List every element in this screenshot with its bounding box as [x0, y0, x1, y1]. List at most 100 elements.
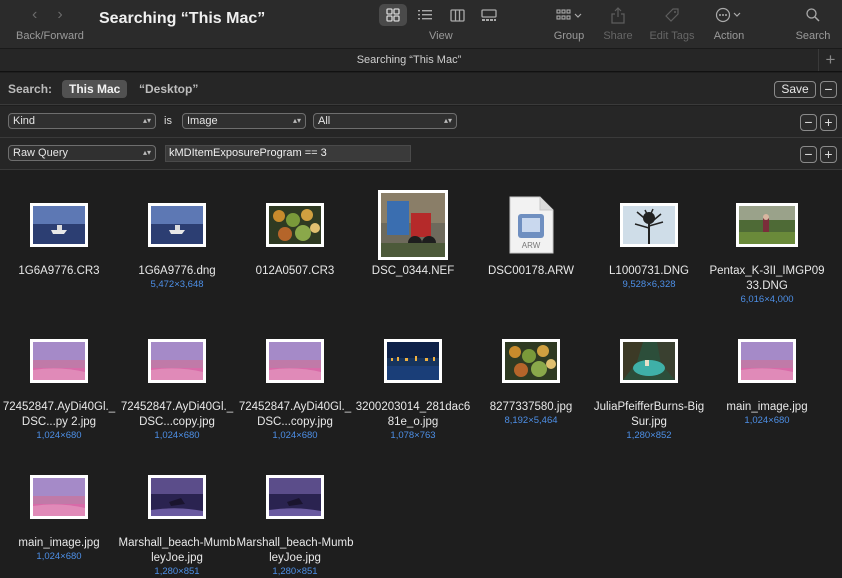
file-name: 72452847.AyDi40Gl._DSC...copy.jpg — [238, 401, 352, 428]
image-thumbnail — [738, 339, 796, 383]
results-grid: 1G6A9776.CR3 1G6A9776.dng 5,472×3,648 012A0… — [0, 170, 842, 578]
updown-chevron-icon: ▴▾ — [142, 116, 151, 125]
file-name: 72452847.AyDi40Gl._DSC...py 2.jpg — [2, 401, 116, 428]
image-thumbnail — [384, 339, 442, 383]
thumbnail-frame — [354, 190, 472, 260]
view-label: View — [429, 30, 453, 42]
icon-grid-icon — [386, 8, 400, 22]
image-thumbnail — [736, 203, 798, 247]
image-thumbnail — [266, 475, 324, 519]
image-thumbnail — [378, 190, 448, 260]
search-button[interactable]: Search — [793, 4, 833, 42]
columns-icon — [449, 8, 465, 22]
thumbnail-frame — [236, 190, 354, 260]
file-name: Marshall_beach-MumbleyJoe.jpg — [236, 537, 354, 564]
file-name: 1G6A9776.dng — [138, 265, 216, 277]
view-mode-group — [379, 4, 503, 26]
scope-desktop-button[interactable]: “Desktop” — [132, 80, 205, 98]
thumbnail-frame — [590, 190, 708, 260]
magnifier-icon — [806, 8, 820, 22]
thumbnail-frame — [0, 190, 118, 260]
image-thumbnail — [266, 339, 324, 383]
image-thumbnail — [502, 339, 560, 383]
file-name: main_image.jpg — [726, 401, 808, 413]
share-button[interactable]: Share — [601, 4, 635, 42]
icon-view-button[interactable] — [379, 4, 407, 26]
attribute-select[interactable]: Raw Query ▴▾ — [8, 145, 156, 161]
image-thumbnail — [30, 203, 88, 247]
new-tab-button[interactable]: + — [818, 49, 842, 71]
image-thumbnail — [620, 203, 678, 247]
raw-document-icon: ARW — [509, 196, 554, 254]
kind-subtype-select[interactable]: All ▴▾ — [313, 113, 457, 129]
file-name: 3200203014_281dac681e_o.jpg — [355, 401, 471, 428]
updown-chevron-icon: ▴▾ — [292, 116, 301, 125]
tag-icon — [665, 8, 679, 22]
attribute-select[interactable]: Kind ▴▾ — [8, 113, 156, 129]
finder-window: ‹ › Back/Forward Searching “This Mac” Vi… — [0, 0, 842, 578]
file-dimensions: 1,078×763 — [390, 430, 436, 441]
window-title: Searching “This Mac” — [99, 10, 266, 27]
edit-tags-label: Edit Tags — [649, 30, 695, 42]
thumbnail-frame — [0, 462, 118, 532]
column-view-button[interactable] — [443, 4, 471, 26]
thumbnail-frame: ARW — [472, 190, 590, 260]
search-scope-bar: Search: This Mac “Desktop” Save − — [0, 73, 842, 105]
file-dimensions: 8,192×5,464 — [504, 415, 558, 426]
tab-searching-this-mac[interactable]: Searching “This Mac” — [0, 54, 818, 66]
file-dimensions: 1,280×852 — [626, 430, 672, 441]
gallery-view-button[interactable] — [475, 4, 503, 26]
add-criterion-button[interactable]: + — [820, 146, 837, 163]
remove-criterion-button[interactable]: − — [800, 114, 817, 131]
updown-chevron-icon: ▴▾ — [142, 148, 151, 157]
file-dimensions: 1,024×680 — [272, 430, 318, 441]
kind-value-select[interactable]: Image ▴▾ — [182, 113, 306, 129]
criteria-row-raw-query: Raw Query ▴▾ kMDItemExposureProgram == 3 … — [0, 138, 842, 170]
forward-chevron-icon[interactable]: › — [57, 6, 62, 24]
action-label: Action — [713, 30, 745, 42]
thumbnail-frame — [590, 326, 708, 396]
ellipsis-circle-icon — [715, 7, 741, 23]
updown-chevron-icon: ▴▾ — [443, 116, 452, 125]
operator-label: is — [164, 115, 172, 127]
image-thumbnail — [148, 475, 206, 519]
file-name: 8277337580.jpg — [489, 401, 573, 413]
raw-query-input[interactable]: kMDItemExposureProgram == 3 — [165, 145, 411, 162]
share-label: Share — [603, 30, 633, 42]
kind-value: Image — [187, 115, 218, 127]
thumbnail-frame — [118, 326, 236, 396]
action-button[interactable]: Action — [709, 4, 749, 42]
kind-subtype-value: All — [318, 115, 331, 127]
save-search-button[interactable]: Save — [774, 81, 816, 98]
file-name: 012A0507.CR3 — [255, 265, 335, 277]
share-icon — [611, 6, 625, 24]
file-dimensions: 1,024×680 — [154, 430, 200, 441]
group-button[interactable]: Group — [551, 4, 587, 42]
file-dimensions: 5,472×3,648 — [150, 279, 204, 290]
tab-bar: Searching “This Mac” + — [0, 48, 842, 72]
file-name: Marshall_beach-MumbleyJoe.jpg — [118, 537, 236, 564]
remove-criterion-button[interactable]: − — [800, 146, 817, 163]
back-chevron-icon[interactable]: ‹ — [32, 6, 37, 24]
thumbnail-frame — [236, 326, 354, 396]
remove-scope-button[interactable]: − — [820, 81, 837, 98]
thumbnail-frame — [0, 326, 118, 396]
file-name: Pentax_K-3II_IMGP0933.DNG — [709, 265, 825, 292]
file-name: DSC00178.ARW — [487, 265, 575, 277]
file-name: L1000731.DNG — [609, 265, 689, 277]
list-view-button[interactable] — [411, 4, 439, 26]
file-name: 72452847.AyDi40Gl._DSC...copy.jpg — [120, 401, 234, 428]
add-criterion-button[interactable]: + — [820, 114, 837, 131]
thumbnail-frame — [354, 326, 472, 396]
image-thumbnail — [148, 203, 206, 247]
attribute-value: Kind — [13, 115, 36, 127]
scope-this-mac-button[interactable]: This Mac — [62, 80, 128, 98]
file-dimensions: 9,528×6,328 — [622, 279, 676, 290]
file-dimensions: 1,280×851 — [272, 566, 318, 577]
image-thumbnail — [620, 339, 678, 383]
attribute-value: Raw Query — [13, 147, 69, 159]
edit-tags-button[interactable]: Edit Tags — [646, 4, 698, 42]
svg-text:ARW: ARW — [522, 241, 541, 250]
image-thumbnail — [148, 339, 206, 383]
group-grid-icon — [556, 9, 582, 20]
